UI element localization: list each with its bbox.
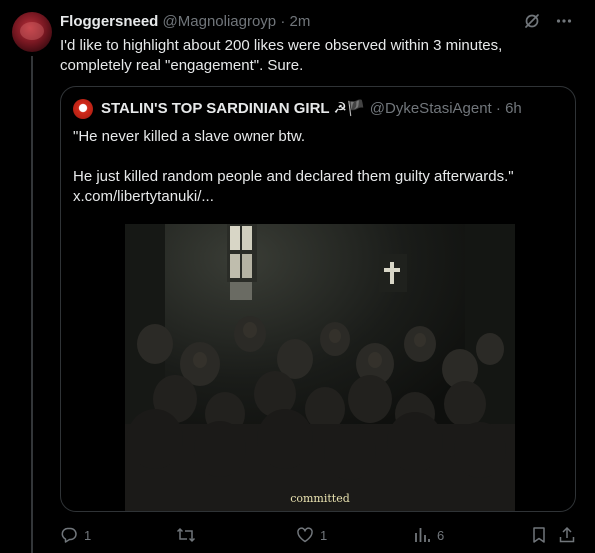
action-bar: 1 1 6 [60,526,580,546]
author-display-name[interactable]: Floggersneed [60,13,158,30]
share-icon [559,526,575,543]
like-icon [297,527,313,543]
thread-line [31,56,33,553]
quoted-text-line: "He never killed a slave owner btw. [73,128,306,145]
media-scene [125,224,515,511]
tweet[interactable]: Floggersneed @Magnoliagroyp · 2m I'd lik… [0,0,595,553]
repost-icon [176,527,196,543]
quoted-time[interactable]: 6h [505,100,522,117]
tweet-text-line: I'd like to highlight about 200 likes we… [60,37,503,54]
view-count: 6 [437,527,445,543]
grok-icon[interactable] [523,12,541,30]
quoted-tweet[interactable]: STALIN'S TOP SARDINIAN GIRL ☭🏴 @DykeStas… [60,86,576,512]
tweet-text-line: completely real "engagement". Sure. [60,57,304,74]
reply-icon [61,527,77,543]
media-caption: committed [290,492,350,505]
quoted-header: STALIN'S TOP SARDINIAN GIRL ☭🏴 @DykeStas… [101,99,563,119]
quoted-display-name[interactable]: STALIN'S TOP SARDINIAN GIRL ☭🏴 [101,100,366,117]
quoted-text-line: He just killed random people and declare… [73,168,514,185]
reply-button[interactable]: 1 [60,526,91,544]
more-icon[interactable] [555,12,573,30]
bookmark-icon [533,527,545,543]
tweet-header: Floggersneed @Magnoliagroyp · 2m [60,12,535,32]
share-button[interactable] [558,526,576,544]
quoted-handle[interactable]: @DykeStasiAgent [370,100,492,117]
top-actions [523,12,573,30]
like-count: 1 [320,527,328,543]
tweet-text: I'd like to highlight about 200 likes we… [60,36,560,76]
reply-count: 1 [84,527,92,543]
quoted-media[interactable]: committed [125,224,515,511]
like-button[interactable]: 1 [296,526,327,544]
quoted-author-avatar[interactable] [73,99,93,119]
views-icon [415,528,430,542]
quoted-text: "He never killed a slave owner btw. He j… [73,127,563,207]
author-handle[interactable]: @Magnoliagroyp [163,13,277,30]
author-avatar[interactable] [12,12,52,52]
quoted-link[interactable]: x.com/libertytanuki/... [73,187,563,207]
repost-button[interactable] [176,526,202,544]
tweet-time[interactable]: 2m [290,13,311,30]
bookmark-button[interactable] [530,526,548,544]
quoted-time-separator: · [495,100,501,117]
time-separator: · [280,13,286,30]
views-button[interactable]: 6 [413,526,444,544]
